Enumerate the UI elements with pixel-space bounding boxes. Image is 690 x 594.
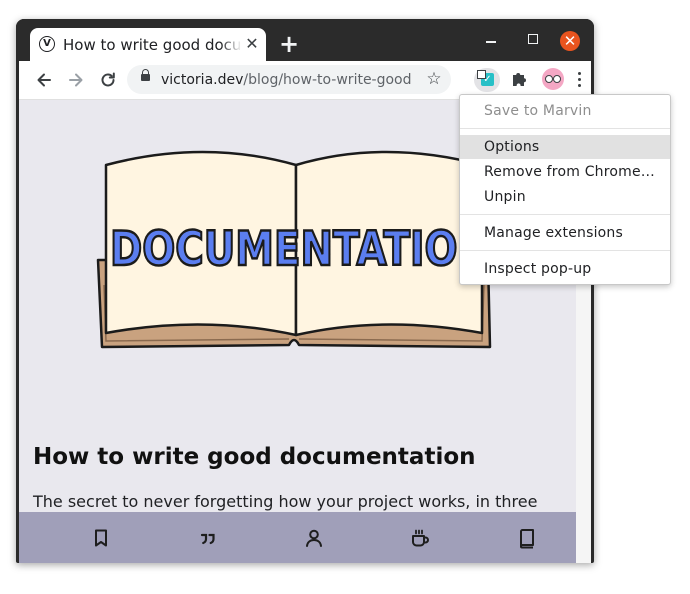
menu-item-label: Save to Marvin <box>484 103 592 119</box>
tab-close-icon[interactable]: ✕ <box>242 34 262 54</box>
extension-context-menu: Save to Marvin Options Remove from Chrom… <box>459 94 671 285</box>
menu-divider <box>460 128 670 129</box>
tab-title: How to write good documentation <box>63 36 241 54</box>
hero-text: DOCUMENTATION <box>110 222 490 277</box>
menu-item-save-to-marvin: Save to Marvin <box>460 99 670 123</box>
menu-item-label: Unpin <box>484 189 526 205</box>
book-icon[interactable] <box>516 527 538 549</box>
url-host: victoria.dev <box>161 72 244 88</box>
menu-divider <box>460 250 670 251</box>
back-icon[interactable] <box>33 69 55 91</box>
menu-item-remove-from-chrome[interactable]: Remove from Chrome… <box>460 160 670 184</box>
site-favicon-icon: V <box>39 36 55 52</box>
profile-avatar-icon[interactable] <box>542 68 564 90</box>
window-close-button[interactable]: ✕ <box>560 31 580 51</box>
marvin-badge-icon <box>477 70 486 79</box>
url-text[interactable]: victoria.dev/blog/how-to-write-good-... <box>161 70 411 90</box>
menu-item-label: Options <box>484 139 540 155</box>
marvin-extension-icon[interactable]: ✓ <box>474 68 500 92</box>
menu-divider <box>460 214 670 215</box>
menu-item-inspect-popup[interactable]: Inspect pop-up <box>460 257 670 281</box>
window-maximize-button[interactable] <box>526 32 540 46</box>
menu-item-unpin[interactable]: Unpin <box>460 185 670 209</box>
bookmark-icon[interactable] <box>90 527 112 549</box>
menu-item-label: Remove from Chrome… <box>484 164 656 180</box>
tab-title-fade <box>220 32 242 56</box>
avatar-glasses-left <box>545 75 553 83</box>
menu-item-label: Inspect pop-up <box>484 261 592 277</box>
extensions-puzzle-icon[interactable] <box>509 69 529 89</box>
lock-icon[interactable] <box>141 69 150 81</box>
documentation-book-illustration: DOCUMENTATION <box>96 150 492 349</box>
coffee-icon[interactable] <box>409 527 431 549</box>
bookmark-star-icon[interactable]: ☆ <box>423 68 445 90</box>
menu-item-manage-extensions[interactable]: Manage extensions <box>460 221 670 245</box>
reload-icon[interactable] <box>97 69 119 91</box>
person-icon[interactable] <box>303 527 325 549</box>
article-title: How to write good documentation <box>33 444 476 470</box>
kebab-menu-icon[interactable] <box>577 69 583 91</box>
menu-item-label: Manage extensions <box>484 225 624 241</box>
forward-icon[interactable] <box>65 69 87 91</box>
new-tab-button[interactable]: + <box>278 32 300 56</box>
menu-item-options[interactable]: Options <box>460 135 670 159</box>
address-bar[interactable]: victoria.dev/blog/how-to-write-good-... … <box>127 65 451 94</box>
window-minimize-button[interactable] <box>482 31 500 49</box>
tab-active[interactable]: V How to write good documentation ✕ <box>30 28 266 61</box>
tab-strip: V How to write good documentation ✕ + ✕ <box>16 19 594 61</box>
bottom-navigation <box>19 512 576 563</box>
quote-icon[interactable] <box>197 527 219 549</box>
url-path: /blog/how-to-write-good-... <box>243 72 411 88</box>
avatar-glasses-right <box>553 75 561 83</box>
